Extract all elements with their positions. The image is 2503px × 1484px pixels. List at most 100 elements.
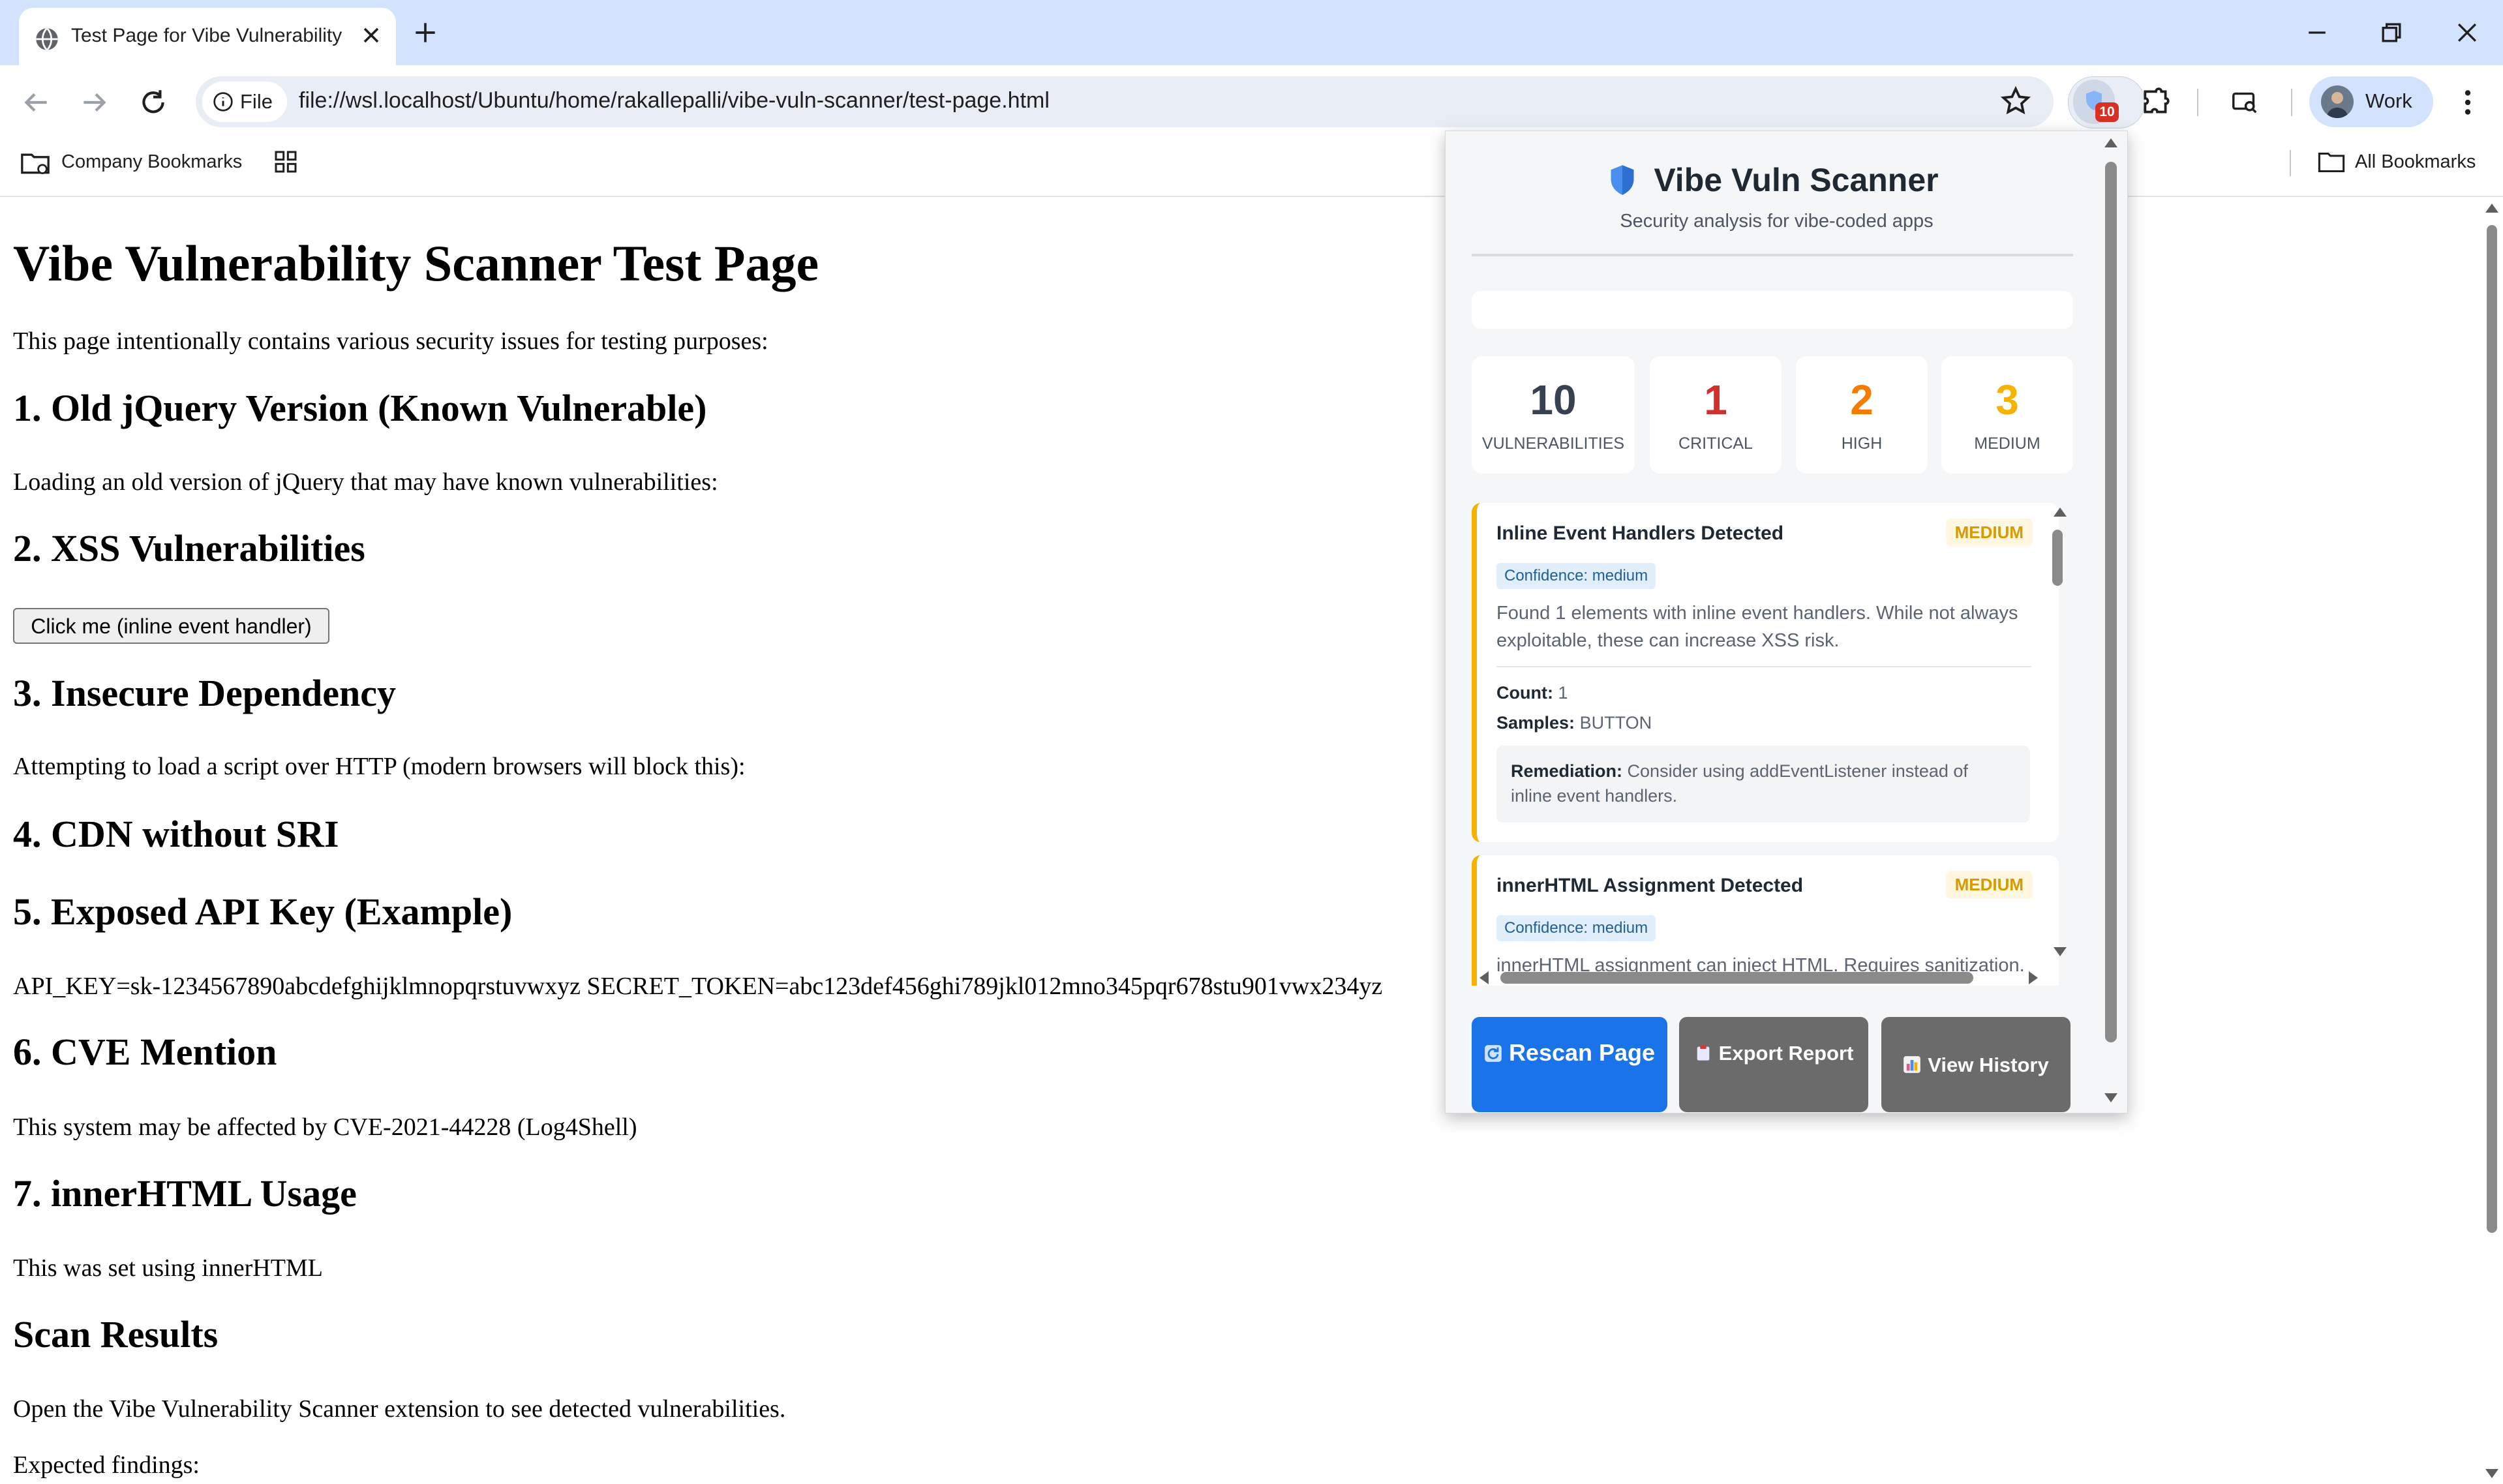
forward-icon[interactable] [78, 86, 111, 119]
close-window-icon[interactable] [2453, 18, 2481, 47]
info-icon [213, 92, 233, 112]
avatar [2321, 85, 2354, 118]
findings-scroll-left-icon[interactable] [1479, 971, 1489, 984]
bookmark-company[interactable]: Company Bookmarks [61, 151, 242, 173]
remediation-label: Remediation: [1511, 761, 1623, 781]
site-info-chip[interactable]: File [202, 82, 287, 122]
stat-label: MEDIUM [1974, 434, 2040, 453]
page-title: Vibe Vulnerability Scanner Test Page [13, 235, 819, 292]
findings-scroll-right-icon[interactable] [2029, 971, 2038, 984]
restore-icon[interactable] [2377, 18, 2406, 47]
section-heading-7: 7. innerHTML Usage [13, 1172, 357, 1215]
back-icon[interactable] [20, 86, 52, 119]
profile-button[interactable]: Work [2309, 76, 2433, 127]
finding-title: innerHTML Assignment Detected [1496, 875, 1804, 896]
stat-label: VULNERABILITIES [1481, 434, 1625, 453]
popup-scrollbar-thumb[interactable] [2105, 162, 2117, 1042]
globe-icon [36, 27, 58, 51]
new-tab-icon[interactable] [411, 18, 440, 47]
tab-title: Test Page for Vibe Vulnerability [71, 25, 342, 46]
site-chip-label: File [240, 90, 273, 113]
stat-value: 10 [1530, 376, 1577, 423]
count-value: 1 [1558, 683, 1568, 703]
remediation-box: Remediation: Consider using addEventList… [1496, 746, 2030, 823]
finding-divider [1496, 666, 2031, 667]
inline-handler-button[interactable]: Click me (inline event handler) [13, 608, 329, 644]
finding-title: Inline Event Handlers Detected [1496, 522, 1784, 544]
count-label: Count: [1496, 683, 1553, 703]
profile-name: Work [2365, 89, 2412, 112]
confidence-badge: Confidence: medium [1496, 915, 1656, 941]
filter-bar[interactable] [1472, 291, 2073, 329]
section-heading-3: 3. Insecure Dependency [13, 672, 396, 714]
apps-grid-icon[interactable] [273, 149, 299, 175]
expected-findings-label: Expected findings: [13, 1451, 200, 1479]
bookmark-all[interactable]: All Bookmarks [2355, 151, 2476, 173]
severity-badge: MEDIUM [1945, 519, 2033, 547]
section-text-5: API_KEY=sk-1234567890abcdefghijklmnopqrs… [13, 973, 1383, 1000]
media-search-icon[interactable] [2228, 87, 2261, 117]
more-menu-icon[interactable] [2458, 86, 2478, 119]
finding-count: Count: 1 [1496, 683, 1568, 703]
findings-scroll-down-icon[interactable] [2054, 947, 2067, 956]
results-text: Open the Vibe Vulnerability Scanner exte… [13, 1395, 786, 1423]
section-heading-4: 4. CDN without SRI [13, 813, 339, 855]
popup-scroll-down-icon[interactable] [2104, 1093, 2117, 1102]
section-heading-6: 6. CVE Mention [13, 1031, 277, 1073]
close-tab-icon[interactable] [358, 22, 384, 48]
scroll-up-arrow-icon[interactable] [2485, 204, 2498, 213]
severity-badge: MEDIUM [1945, 871, 2033, 899]
scroll-down-arrow-icon[interactable] [2485, 1469, 2498, 1478]
history-label: View History [1928, 1053, 2049, 1076]
stat-vulnerabilities: 10 VULNERABILITIES [1472, 356, 1635, 474]
reload-icon[interactable] [137, 86, 170, 119]
toolbar-divider [2291, 89, 2292, 116]
stat-high: 2 HIGH [1796, 356, 1928, 474]
folder-icon[interactable] [2317, 150, 2346, 175]
export-label: Export Report [1718, 1042, 1854, 1065]
confidence-badge: Confidence: medium [1496, 563, 1656, 589]
section-text-7: This was set using innerHTML [13, 1254, 323, 1282]
popup-title: Vibe Vuln Scanner [1654, 162, 1939, 198]
section-text-6: This system may be affected by CVE-2021-… [13, 1113, 637, 1141]
browser-tab[interactable]: Test Page for Vibe Vulnerability [19, 8, 396, 65]
toolbar-divider [2197, 89, 2198, 116]
section-text-1: Loading an old version of jQuery that ma… [13, 468, 718, 496]
findings-scroll-up-icon[interactable] [2054, 507, 2067, 517]
section-heading-5: 5. Exposed API Key (Example) [13, 890, 513, 933]
rescan-page-button[interactable]: Rescan Page [1472, 1017, 1667, 1112]
refresh-icon [1485, 1045, 1502, 1062]
clipboard-icon [1697, 1045, 1709, 1061]
finding-card[interactable]: Inline Event Handlers Detected MEDIUM Co… [1472, 503, 2059, 842]
popup-scroll-up-icon[interactable] [2104, 138, 2117, 147]
stat-value: 3 [1995, 376, 2019, 423]
stat-medium: 3 MEDIUM [1941, 356, 2073, 474]
stat-value: 1 [1704, 376, 1727, 423]
finding-samples: Samples: BUTTON [1496, 713, 1652, 733]
section-heading-1: 1. Old jQuery Version (Known Vulnerable) [13, 387, 707, 429]
findings-list[interactable]: Inline Event Handlers Detected MEDIUM Co… [1472, 503, 2095, 986]
intro-text: This page intentionally contains various… [13, 327, 768, 355]
finding-card[interactable]: innerHTML Assignment Detected MEDIUM Con… [1472, 855, 2059, 986]
stat-label: HIGH [1841, 434, 1883, 453]
export-report-button[interactable]: Export Report [1679, 1017, 1868, 1112]
section-heading-2: 2. XSS Vulnerabilities [13, 527, 365, 569]
stat-value: 2 [1850, 376, 1873, 423]
popup-divider [1472, 254, 2073, 256]
bookmark-star-icon[interactable] [1999, 85, 2032, 117]
findings-scrollbar-thumb[interactable] [2052, 530, 2063, 586]
extension-badge: 10 [2095, 102, 2119, 122]
results-heading: Scan Results [13, 1313, 219, 1355]
samples-value: BUTTON [1579, 713, 1652, 733]
stat-label: CRITICAL [1678, 434, 1753, 453]
finding-description: Found 1 elements with inline event handl… [1496, 603, 2018, 651]
extension-popup: Vibe Vuln Scanner Security analysis for … [1445, 130, 2128, 1113]
url-text[interactable]: file://wsl.localhost/Ubuntu/home/rakalle… [299, 88, 1050, 114]
findings-hscrollbar-thumb[interactable] [1500, 972, 1973, 984]
minimize-icon[interactable] [2303, 18, 2331, 47]
stat-critical: 1 CRITICAL [1650, 356, 1782, 474]
managed-folder-icon[interactable] [20, 149, 51, 177]
page-scrollbar-thumb[interactable] [2487, 225, 2497, 1233]
view-history-button[interactable]: View History [1881, 1017, 2071, 1112]
extensions-puzzle-icon[interactable] [2140, 86, 2172, 119]
